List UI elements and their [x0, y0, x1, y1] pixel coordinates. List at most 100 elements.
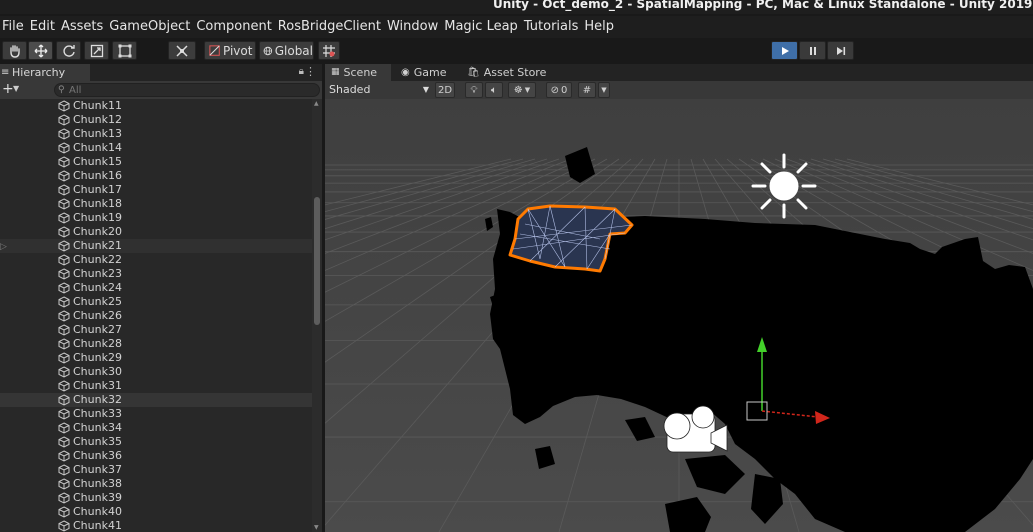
- list-item[interactable]: Chunk26: [0, 309, 312, 323]
- cube-icon: [58, 324, 70, 336]
- shading-mode-dropdown[interactable]: Shaded ▼: [327, 82, 431, 98]
- scroll-up-icon[interactable]: ▲: [314, 100, 319, 107]
- list-item-label: Chunk37: [73, 463, 122, 476]
- list-item[interactable]: Chunk19: [0, 211, 312, 225]
- list-item[interactable]: ▷ Chunk21: [0, 239, 312, 253]
- scene-visibility-icon[interactable]: ▷: [0, 240, 7, 254]
- menu-file[interactable]: File: [0, 16, 28, 38]
- menu-help[interactable]: Help: [582, 16, 618, 38]
- grid-options-dropdown[interactable]: ▼: [598, 82, 610, 98]
- list-item[interactable]: Chunk35: [0, 435, 312, 449]
- cube-icon: [58, 506, 70, 518]
- hidden-objects-toggle[interactable]: ⊘ 0: [546, 82, 572, 98]
- list-item[interactable]: Chunk39: [0, 491, 312, 505]
- scroll-down-icon[interactable]: ▼: [314, 524, 319, 531]
- chevron-down-icon[interactable]: ▼: [13, 84, 19, 93]
- tab-hierarchy[interactable]: ≡ Hierarchy: [0, 64, 90, 81]
- list-item[interactable]: Chunk28: [0, 337, 312, 351]
- step-button[interactable]: [827, 41, 854, 60]
- list-item[interactable]: Chunk29: [0, 351, 312, 365]
- list-item-label: Chunk13: [73, 127, 122, 140]
- pivot-toggle[interactable]: Pivot: [204, 41, 256, 60]
- panel-menu-icon[interactable]: ⋮: [305, 65, 316, 78]
- tab-scene[interactable]: ▦ Scene: [325, 64, 391, 81]
- hierarchy-scrollbar[interactable]: ▲ ▼: [312, 99, 322, 532]
- grid-snapping-button[interactable]: [318, 41, 340, 60]
- lock-icon[interactable]: 🔒︎: [299, 66, 304, 77]
- cube-icon: [58, 198, 70, 210]
- list-item[interactable]: Chunk25: [0, 295, 312, 309]
- menu-edit[interactable]: Edit: [28, 16, 59, 38]
- list-item[interactable]: Chunk22: [0, 253, 312, 267]
- list-item[interactable]: Chunk15: [0, 155, 312, 169]
- list-item-label: Chunk28: [73, 337, 122, 350]
- cube-icon: [58, 436, 70, 448]
- list-item-label: Chunk11: [73, 99, 122, 112]
- list-item[interactable]: Chunk41: [0, 519, 312, 532]
- scale-tool-button[interactable]: [84, 41, 109, 60]
- list-item[interactable]: Chunk37: [0, 463, 312, 477]
- scene-viewport[interactable]: [325, 99, 1033, 532]
- scrollbar-thumb[interactable]: [314, 197, 320, 325]
- rotate-tool-button[interactable]: [56, 41, 81, 60]
- list-item-label: Chunk39: [73, 491, 122, 504]
- list-item[interactable]: Chunk17: [0, 183, 312, 197]
- cube-icon: [58, 450, 70, 462]
- list-item-label: Chunk36: [73, 449, 122, 462]
- effects-dropdown[interactable]: ☸ ▼: [508, 82, 536, 98]
- menu-tutorials[interactable]: Tutorials: [522, 16, 583, 38]
- tab-game[interactable]: ◉ Game: [395, 64, 459, 81]
- scene-render: [325, 99, 1033, 532]
- play-button[interactable]: [771, 41, 798, 60]
- global-toggle[interactable]: Global: [259, 41, 314, 60]
- list-item[interactable]: Chunk33: [0, 407, 312, 421]
- menu-rosbridgeclient[interactable]: RosBridgeClient: [276, 16, 385, 38]
- list-item[interactable]: Chunk32: [0, 393, 312, 407]
- list-item[interactable]: Chunk13: [0, 127, 312, 141]
- menu-component[interactable]: Component: [194, 16, 275, 38]
- menu-magic-leap[interactable]: Magic Leap: [442, 16, 522, 38]
- transform-tool-button[interactable]: [168, 41, 196, 60]
- globe-icon: [263, 46, 273, 55]
- menu-assets[interactable]: Assets: [59, 16, 107, 38]
- list-item[interactable]: Chunk11: [0, 99, 312, 113]
- add-object-button[interactable]: +: [2, 82, 14, 96]
- cube-icon: [58, 240, 70, 252]
- list-item[interactable]: Chunk38: [0, 477, 312, 491]
- list-item[interactable]: Chunk36: [0, 449, 312, 463]
- rect-icon: [118, 44, 131, 57]
- menu-gameobject[interactable]: GameObject: [107, 16, 194, 38]
- list-item[interactable]: Chunk30: [0, 365, 312, 379]
- list-item[interactable]: Chunk14: [0, 141, 312, 155]
- cube-icon: [58, 338, 70, 350]
- list-item[interactable]: Chunk18: [0, 197, 312, 211]
- list-item[interactable]: Chunk12: [0, 113, 312, 127]
- mode-2d-toggle[interactable]: 2D: [435, 82, 455, 98]
- pause-button[interactable]: [799, 41, 826, 60]
- cube-icon: [58, 212, 70, 224]
- list-item-label: Chunk12: [73, 113, 122, 126]
- list-item[interactable]: Chunk31: [0, 379, 312, 393]
- list-item[interactable]: Chunk27: [0, 323, 312, 337]
- tab-asset-store[interactable]: 🛍︎ Asset Store: [461, 64, 561, 81]
- pivot-icon: [209, 44, 220, 56]
- list-item[interactable]: Chunk24: [0, 281, 312, 295]
- list-item[interactable]: Chunk20: [0, 225, 312, 239]
- list-item[interactable]: Chunk23: [0, 267, 312, 281]
- rect-tool-button[interactable]: [112, 41, 137, 60]
- list-item-label: Chunk38: [73, 477, 122, 490]
- lighting-toggle[interactable]: 💡︎: [465, 82, 483, 98]
- hand-tool-button[interactable]: [2, 41, 27, 60]
- hierarchy-search-input[interactable]: [54, 83, 320, 97]
- list-item[interactable]: Chunk16: [0, 169, 312, 183]
- grid-toggle[interactable]: #: [578, 82, 596, 98]
- list-item[interactable]: Chunk40: [0, 505, 312, 519]
- move-tool-button[interactable]: [28, 41, 53, 60]
- audio-toggle[interactable]: 🔈︎: [485, 82, 503, 98]
- mode-2d-label: 2D: [437, 84, 453, 96]
- cube-icon: [58, 296, 70, 308]
- cube-icon: [58, 254, 70, 266]
- effects-icon: ☸: [513, 84, 523, 96]
- menu-window[interactable]: Window: [385, 16, 442, 38]
- list-item[interactable]: Chunk34: [0, 421, 312, 435]
